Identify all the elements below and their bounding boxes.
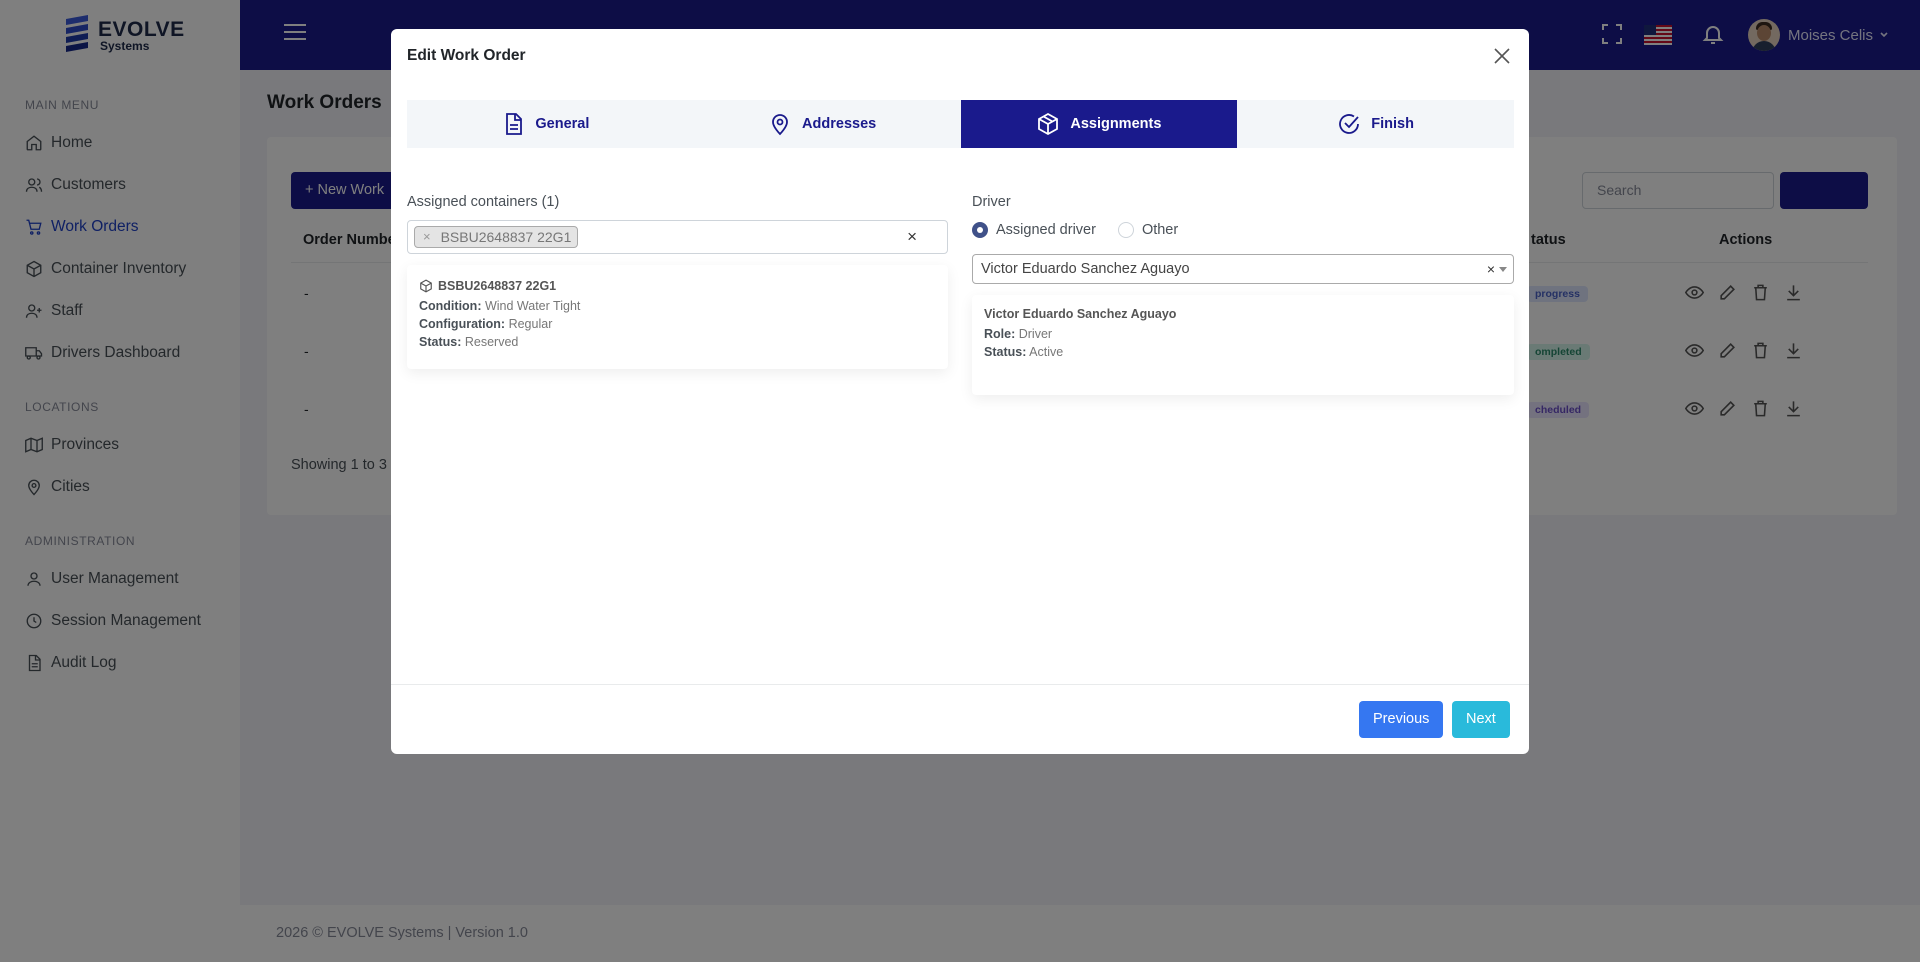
tab-label: Finish	[1371, 116, 1414, 132]
driver-select-value: Victor Eduardo Sanchez Aguayo	[981, 261, 1190, 277]
tab-label: Addresses	[802, 116, 877, 132]
assigned-driver-label: Assigned driver	[996, 222, 1096, 238]
close-icon[interactable]	[1489, 43, 1515, 69]
condition-label: Condition:	[419, 299, 482, 313]
role-label: Role:	[984, 327, 1016, 341]
containers-label: Assigned containers (1)	[407, 194, 560, 210]
container-chip: × BSBU2648837 22G1	[414, 226, 579, 248]
tab-finish[interactable]: Finish	[1237, 100, 1514, 148]
driver-info-card: Victor Eduardo Sanchez Aguayo Role: Driv…	[972, 295, 1514, 395]
modal-title: Edit Work Order	[407, 47, 526, 64]
containers-select[interactable]: × BSBU2648837 22G1 ×	[407, 220, 948, 254]
driver-status-label: Status:	[984, 345, 1027, 359]
tab-label: Assignments	[1070, 116, 1162, 132]
assigned-driver-radio[interactable]	[972, 222, 988, 238]
container-info-card: BSBU2648837 22G1 Condition: Wind Water T…	[407, 265, 948, 369]
box-icon	[1038, 112, 1059, 136]
other-driver-label: Other	[1141, 222, 1179, 238]
clear-selection-icon[interactable]: ×	[907, 227, 917, 247]
configuration-label: Configuration:	[419, 317, 506, 331]
next-button[interactable]: Next	[1452, 701, 1510, 738]
chip-label: BSBU2648837 22G1	[440, 229, 572, 245]
check-circle-icon	[1339, 114, 1360, 134]
status-label: Status:	[419, 335, 462, 349]
driver-label: Driver	[972, 194, 1011, 210]
tab-addresses[interactable]: Addresses	[684, 100, 961, 148]
driver-name: Victor Eduardo Sanchez Aguayo	[984, 307, 1177, 321]
other-driver-radio[interactable]	[1117, 222, 1134, 238]
edit-work-order-modal: Edit Work Order General Addresses Assign…	[391, 29, 1529, 754]
configuration-value: Regular	[508, 317, 553, 331]
clear-driver-icon[interactable]: ×	[1487, 255, 1495, 283]
tab-general[interactable]: General	[407, 100, 684, 148]
document-icon	[506, 113, 523, 135]
wizard-tabs: General Addresses Assignments Finish	[407, 100, 1514, 148]
container-code: BSBU2648837 22G1	[438, 279, 557, 293]
status-value: Reserved	[464, 335, 519, 349]
driver-select[interactable]: Victor Eduardo Sanchez Aguayo ×	[972, 254, 1514, 284]
condition-value: Wind Water Tight	[484, 299, 581, 313]
caret-down-icon[interactable]	[1499, 267, 1507, 272]
remove-chip-icon[interactable]: ×	[423, 227, 431, 247]
previous-button[interactable]: Previous	[1359, 701, 1444, 738]
pin-icon	[772, 114, 788, 136]
box-icon	[420, 279, 432, 293]
driver-status-value: Active	[1029, 345, 1064, 359]
driver-type-radios: Assigned driver Other	[972, 222, 1178, 238]
role-value: Driver	[1018, 327, 1053, 341]
modal-footer-divider	[391, 684, 1529, 685]
tab-label: General	[535, 116, 590, 132]
tab-assignments[interactable]: Assignments	[960, 100, 1238, 148]
